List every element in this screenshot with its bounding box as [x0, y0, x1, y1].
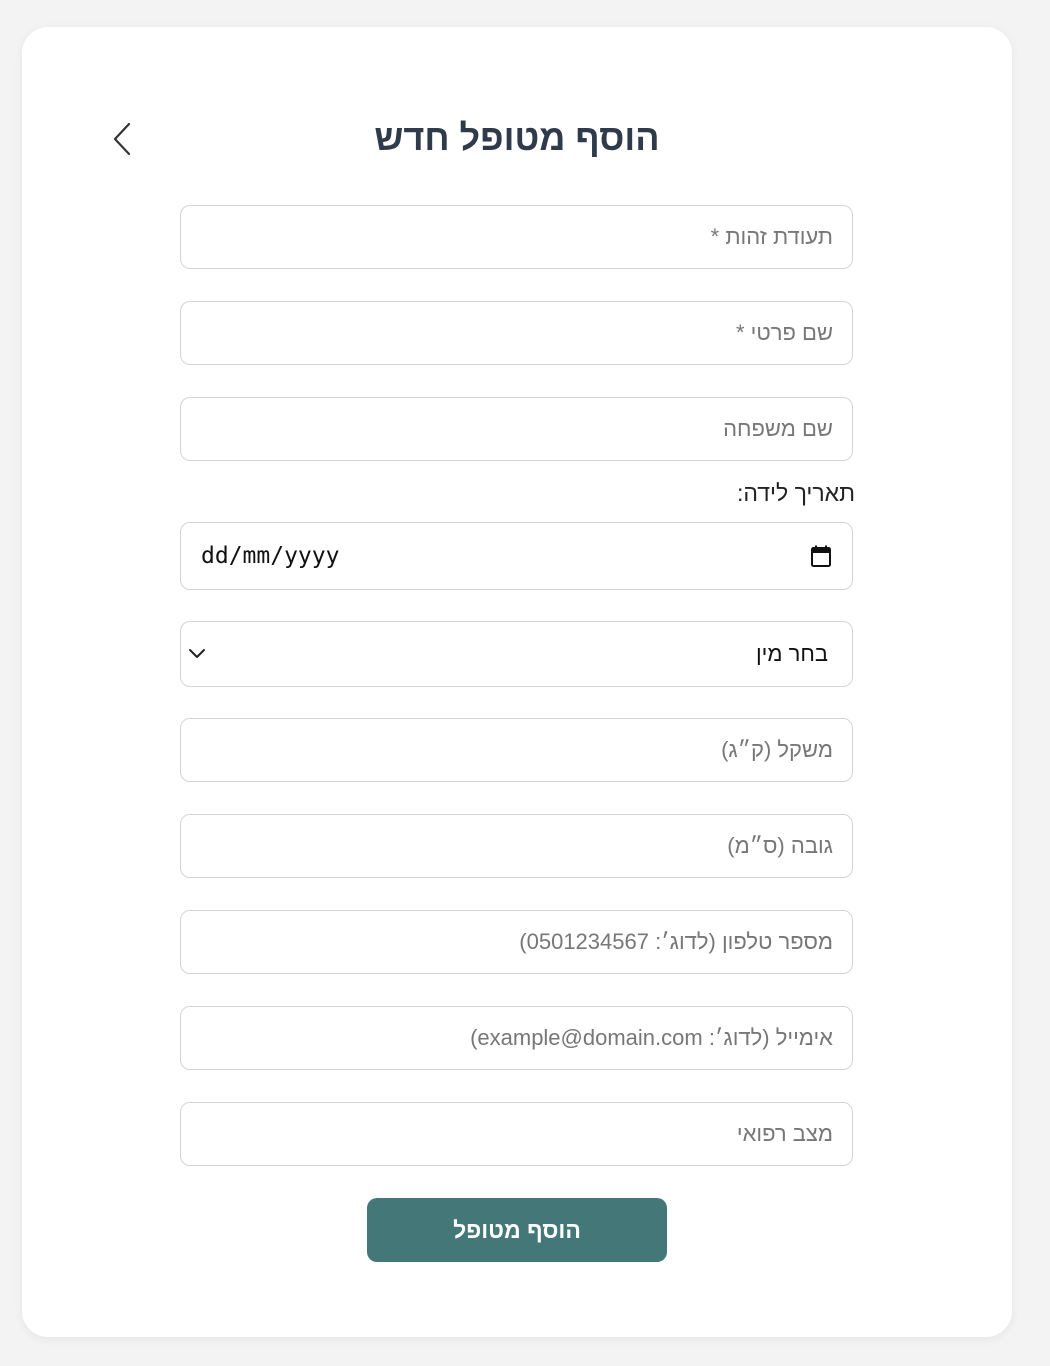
- medical-status-input[interactable]: מצב רפואי: [180, 1102, 853, 1166]
- birth-date-placeholder: dd/mm/yyyy: [201, 543, 340, 569]
- phone-placeholder: מספר טלפון (לדוג׳: 0501234567): [519, 929, 833, 954]
- add-patient-button[interactable]: הוסף מטופל: [367, 1198, 667, 1262]
- id-number-input[interactable]: תעודת זהות *: [180, 205, 853, 269]
- email-input[interactable]: אימייל (לדוג׳: example@domain.com): [180, 1006, 853, 1070]
- last-name-input[interactable]: שם משפחה: [180, 397, 853, 461]
- gender-select[interactable]: בחר מין: [180, 621, 853, 687]
- height-placeholder: גובה (ס״מ): [727, 833, 833, 858]
- chevron-down-icon: [187, 648, 207, 660]
- height-input[interactable]: גובה (ס״מ): [180, 814, 853, 878]
- weight-placeholder: משקל (ק״ג): [721, 737, 833, 762]
- first-name-input[interactable]: שם פרטי *: [180, 301, 853, 365]
- last-name-placeholder: שם משפחה: [723, 416, 833, 441]
- phone-input[interactable]: מספר טלפון (לדוג׳: 0501234567): [180, 910, 853, 974]
- medical-status-placeholder: מצב רפואי: [736, 1121, 833, 1146]
- first-name-placeholder: שם פרטי *: [735, 320, 833, 345]
- page-title: הוסף מטופל חדש: [374, 117, 660, 158]
- birth-date-input[interactable]: dd/mm/yyyy: [180, 522, 853, 590]
- form-card: הוסף מטופל חדש תעודת זהות * שם פרטי * שם…: [22, 27, 1012, 1337]
- email-placeholder: אימייל (לדוג׳: example@domain.com): [470, 1025, 833, 1050]
- calendar-icon[interactable]: [810, 544, 832, 568]
- birth-date-label: תאריך לידה:: [737, 480, 855, 506]
- id-number-placeholder: תעודת זהות *: [710, 224, 833, 249]
- weight-input[interactable]: משקל (ק״ג): [180, 718, 853, 782]
- gender-selected-value: בחר מין: [755, 641, 828, 666]
